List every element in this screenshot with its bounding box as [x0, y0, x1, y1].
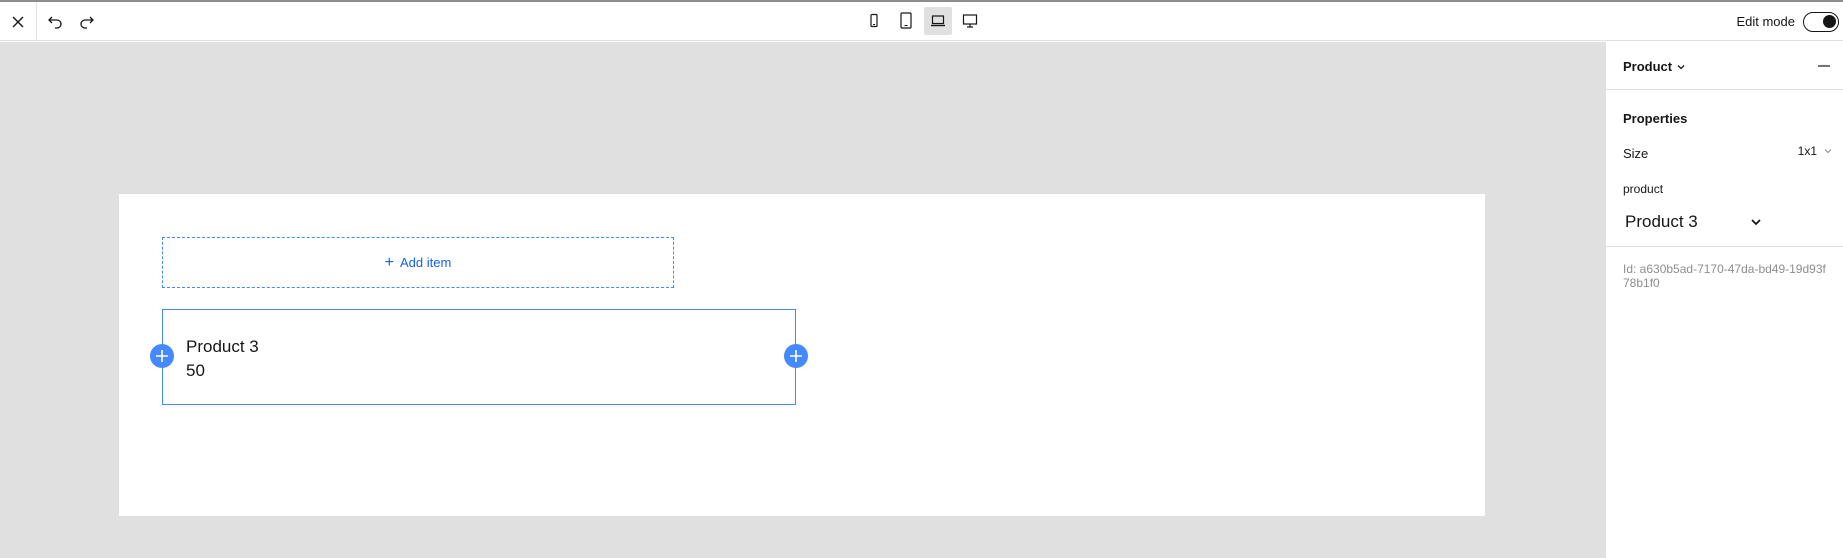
edit-mode-toggle[interactable] [1803, 12, 1839, 32]
panel-header: Product [1606, 42, 1843, 90]
size-select[interactable]: 1x1 [1798, 144, 1833, 158]
plus-icon [156, 350, 168, 362]
panel-title: Product [1623, 59, 1673, 74]
chevron-down-icon [1751, 219, 1761, 226]
panel-divider [1606, 246, 1843, 247]
add-item-button[interactable]: + Add item [162, 237, 674, 288]
minimize-button[interactable] [1814, 56, 1834, 76]
device-desktop-button[interactable] [956, 7, 984, 35]
redo-icon [80, 16, 94, 29]
size-label: Size [1623, 146, 1649, 161]
mobile-icon [870, 13, 878, 28]
product-card[interactable]: Product 3 50 [162, 309, 796, 405]
add-right-button[interactable] [784, 344, 808, 368]
chevron-down-icon [1677, 64, 1685, 69]
device-laptop-button[interactable] [924, 7, 952, 35]
edit-mode-label: Edit mode [1736, 14, 1795, 29]
panel-title-dropdown[interactable]: Product [1623, 59, 1686, 74]
close-button[interactable] [0, 2, 37, 41]
close-icon [12, 16, 24, 27]
properties-heading: Properties [1623, 111, 1688, 126]
add-item-label: Add item [400, 255, 452, 270]
product-select-value: Product 3 [1625, 212, 1698, 231]
plus-icon [790, 350, 802, 362]
tablet-icon [900, 12, 912, 29]
component-id: Id: a630b5ad-7170-47da-bd49-19d93f78b1f0 [1623, 262, 1826, 290]
minimize-icon [1818, 65, 1830, 67]
chevron-down-icon [1824, 149, 1832, 154]
product-select[interactable]: Product 3 [1625, 210, 1762, 234]
size-value: 1x1 [1797, 144, 1817, 158]
product-card-value: 50 [186, 361, 205, 380]
undo-button[interactable] [42, 2, 68, 41]
device-mobile-button[interactable] [860, 7, 888, 35]
toolbar: Edit mode [0, 2, 1843, 41]
properties-panel: Product Properties Size 1x1 product Prod… [1605, 42, 1843, 558]
device-tablet-button[interactable] [892, 7, 920, 35]
add-left-button[interactable] [150, 344, 174, 368]
undo-icon [48, 16, 62, 29]
toggle-knob [1823, 15, 1836, 28]
laptop-icon [931, 15, 945, 27]
product-label: product [1623, 182, 1664, 196]
plus-icon: + [384, 253, 395, 271]
redo-button[interactable] [74, 2, 100, 41]
desktop-icon [962, 14, 978, 28]
product-card-title: Product 3 [186, 337, 259, 356]
